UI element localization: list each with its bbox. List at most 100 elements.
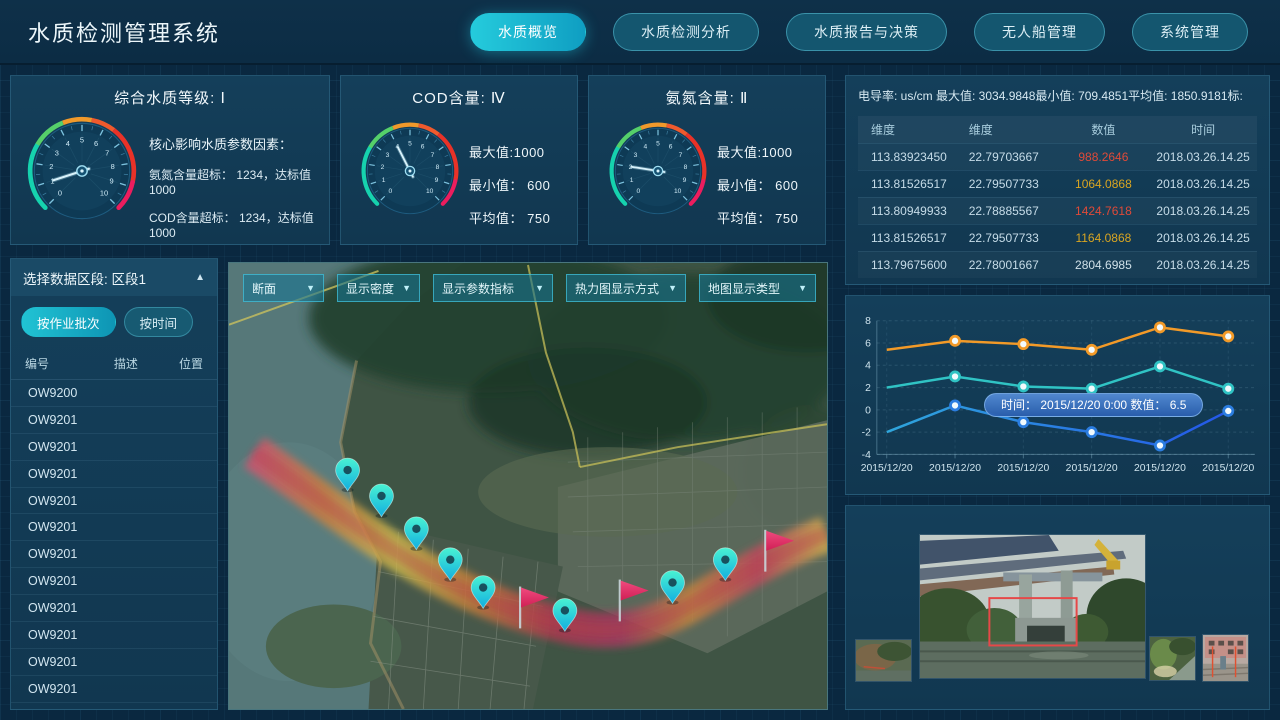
segment-select-label: 选择数据区段: 区段1 — [23, 268, 146, 288]
conductivity-row[interactable]: 113.7967560022.780016672804.69852018.03.… — [858, 251, 1257, 278]
list-item-station[interactable]: OW9200 — [11, 380, 217, 407]
chevron-down-icon: ▼ — [535, 283, 544, 293]
list-item-station[interactable]: OW9201 — [11, 622, 217, 649]
collapse-arrow-icon[interactable]: ▲ — [195, 272, 205, 283]
data-point[interactable] — [950, 336, 959, 345]
data-point[interactable] — [1224, 406, 1233, 415]
svg-text:0: 0 — [58, 189, 62, 198]
data-point[interactable] — [1087, 345, 1096, 354]
satellite-map[interactable] — [229, 263, 827, 709]
data-point[interactable] — [1155, 323, 1164, 332]
segment-select-bar[interactable]: 选择数据区段: 区段1 ▲ — [11, 259, 217, 296]
svg-text:1: 1 — [630, 177, 634, 184]
conductivity-header-row: 维度维度数值时间 — [858, 116, 1257, 143]
list-item-station[interactable]: OW9201 — [11, 514, 217, 541]
cell-value: 2804.6985 — [1058, 251, 1150, 278]
svg-text:0: 0 — [865, 405, 871, 416]
dropdown-label: 显示参数指标 — [442, 280, 514, 297]
svg-text:8: 8 — [865, 316, 871, 327]
data-point[interactable] — [1087, 384, 1096, 393]
data-point[interactable] — [1155, 441, 1164, 450]
column-header: 维度 — [958, 116, 1058, 143]
nav-tab-2[interactable]: 水质检测分析 — [613, 13, 759, 51]
sidebar-column-label: 编号 — [25, 355, 90, 372]
svg-text:1: 1 — [382, 177, 386, 184]
svg-text:2: 2 — [49, 162, 53, 171]
map-filter-4[interactable]: 热力图显示方式 ▼ — [566, 274, 686, 302]
data-point[interactable] — [1019, 340, 1028, 349]
svg-text:7: 7 — [679, 152, 683, 159]
data-point[interactable] — [1224, 384, 1233, 393]
svg-text:9: 9 — [683, 177, 687, 184]
sidebar-tabs: 按作业批次按时间 — [11, 296, 217, 346]
cell-latitude: 22.79703667 — [958, 143, 1058, 170]
nav-tab-5[interactable]: 系统管理 — [1132, 13, 1248, 51]
dropdown-label: 地图显示类型 — [708, 280, 780, 297]
conductivity-body: 113.8392345022.79703667988.26462018.03.2… — [858, 143, 1257, 278]
data-point[interactable] — [950, 372, 959, 381]
conductivity-row[interactable]: 113.8152651722.795077331064.08682018.03.… — [858, 170, 1257, 197]
svg-text:5: 5 — [656, 141, 660, 148]
thumbnail-building[interactable] — [1202, 634, 1249, 682]
sidebar-row-list: OW9200OW9201OW9201OW9201OW9201OW9201OW92… — [11, 380, 217, 703]
panel-title-ammonia: 氨氮含量: Ⅱ — [589, 76, 825, 108]
ammonia-stats: 最大值:1000最小值： 600平均值： 750 — [717, 142, 798, 241]
conductivity-row[interactable]: 113.8152651722.795077331164.08682018.03.… — [858, 224, 1257, 251]
sidebar-column-headers: 编号描述位置 — [11, 346, 217, 380]
cell-time: 2018.03.26.14.25 — [1149, 197, 1257, 224]
column-header: 时间 — [1149, 116, 1257, 143]
list-item-station[interactable]: OW9201 — [11, 568, 217, 595]
conductivity-row[interactable]: 113.8392345022.79703667988.26462018.03.2… — [858, 143, 1257, 170]
cell-value: 1064.0868 — [1058, 170, 1150, 197]
svg-text:8: 8 — [684, 164, 688, 171]
list-item-station[interactable]: OW9201 — [11, 676, 217, 703]
nav-tab-4[interactable]: 无人船管理 — [974, 13, 1105, 51]
cod-stats: 最大值:1000最小值： 600平均值： 750 — [469, 142, 550, 241]
map-filter-3[interactable]: 显示参数指标 ▼ — [433, 274, 553, 302]
list-item-station[interactable]: OW9201 — [11, 488, 217, 515]
map-filter-bar: 断面▼显示密度▼显示参数指标▼热力图显示方式▼地图显示类型▼ — [243, 274, 816, 302]
list-item-station[interactable]: OW9201 — [11, 461, 217, 488]
gauge-stat-line: 最小值： 600 — [469, 175, 550, 194]
data-point[interactable] — [1155, 362, 1164, 371]
sidebar-tab-2[interactable]: 按时间 — [124, 307, 194, 337]
gauge-ammonia: 012345678910 — [607, 120, 709, 222]
cell-longitude: 113.79675600 — [858, 251, 958, 278]
data-point[interactable] — [1019, 382, 1028, 391]
dropdown-label: 热力图显示方式 — [575, 280, 659, 297]
panel-title-overall: 综合水质等级: Ⅰ — [11, 76, 329, 108]
list-item-station[interactable]: OW9201 — [11, 595, 217, 622]
list-item-station[interactable]: OW9201 — [11, 541, 217, 568]
list-item-station[interactable]: OW9201 — [11, 649, 217, 676]
thumbnail-vegetation[interactable] — [1149, 636, 1196, 681]
svg-text:2015/12/20: 2015/12/20 — [861, 463, 913, 474]
cell-time: 2018.03.26.14.25 — [1149, 224, 1257, 251]
map-filter-1[interactable]: 断面▼ — [243, 274, 324, 302]
map-filter-5[interactable]: 地图显示类型▼ — [699, 274, 816, 302]
svg-text:5: 5 — [408, 141, 412, 148]
gauge-stat-line: 平均值： 750 — [469, 208, 550, 227]
chart-tooltip: 时间： 2015/12/20 0:00 数值： 6.5 — [984, 393, 1203, 417]
nav-tab-1[interactable]: 水质概览 — [470, 13, 586, 51]
cell-longitude: 113.80949933 — [858, 197, 958, 224]
sidebar-tab-1[interactable]: 按作业批次 — [21, 307, 116, 337]
data-point[interactable] — [1087, 428, 1096, 437]
svg-text:2015/12/20: 2015/12/20 — [1066, 463, 1118, 474]
nav-tab-3[interactable]: 水质报告与决策 — [786, 13, 947, 51]
chevron-down-icon: ▼ — [306, 283, 315, 293]
conductivity-row[interactable]: 113.8094993322.788855671424.76182018.03.… — [858, 197, 1257, 224]
list-item-station[interactable]: OW9201 — [11, 407, 217, 434]
map-filter-2[interactable]: 显示密度▼ — [337, 274, 420, 302]
thumbnail-riverbank[interactable] — [855, 639, 912, 682]
data-point[interactable] — [950, 401, 959, 410]
list-item-station[interactable]: OW9201 — [11, 434, 217, 461]
gauge-cod: 012345678910 — [359, 120, 461, 222]
svg-text:2: 2 — [381, 164, 385, 171]
sidebar-column-label: 位置 — [161, 355, 203, 372]
data-point[interactable] — [1019, 418, 1028, 427]
chevron-down-icon: ▼ — [668, 283, 677, 293]
gauge-stat-line: 最小值： 600 — [717, 175, 798, 194]
svg-text:9: 9 — [109, 176, 113, 185]
data-point[interactable] — [1224, 332, 1233, 341]
main-photo-bridge-sluice[interactable] — [919, 534, 1146, 679]
